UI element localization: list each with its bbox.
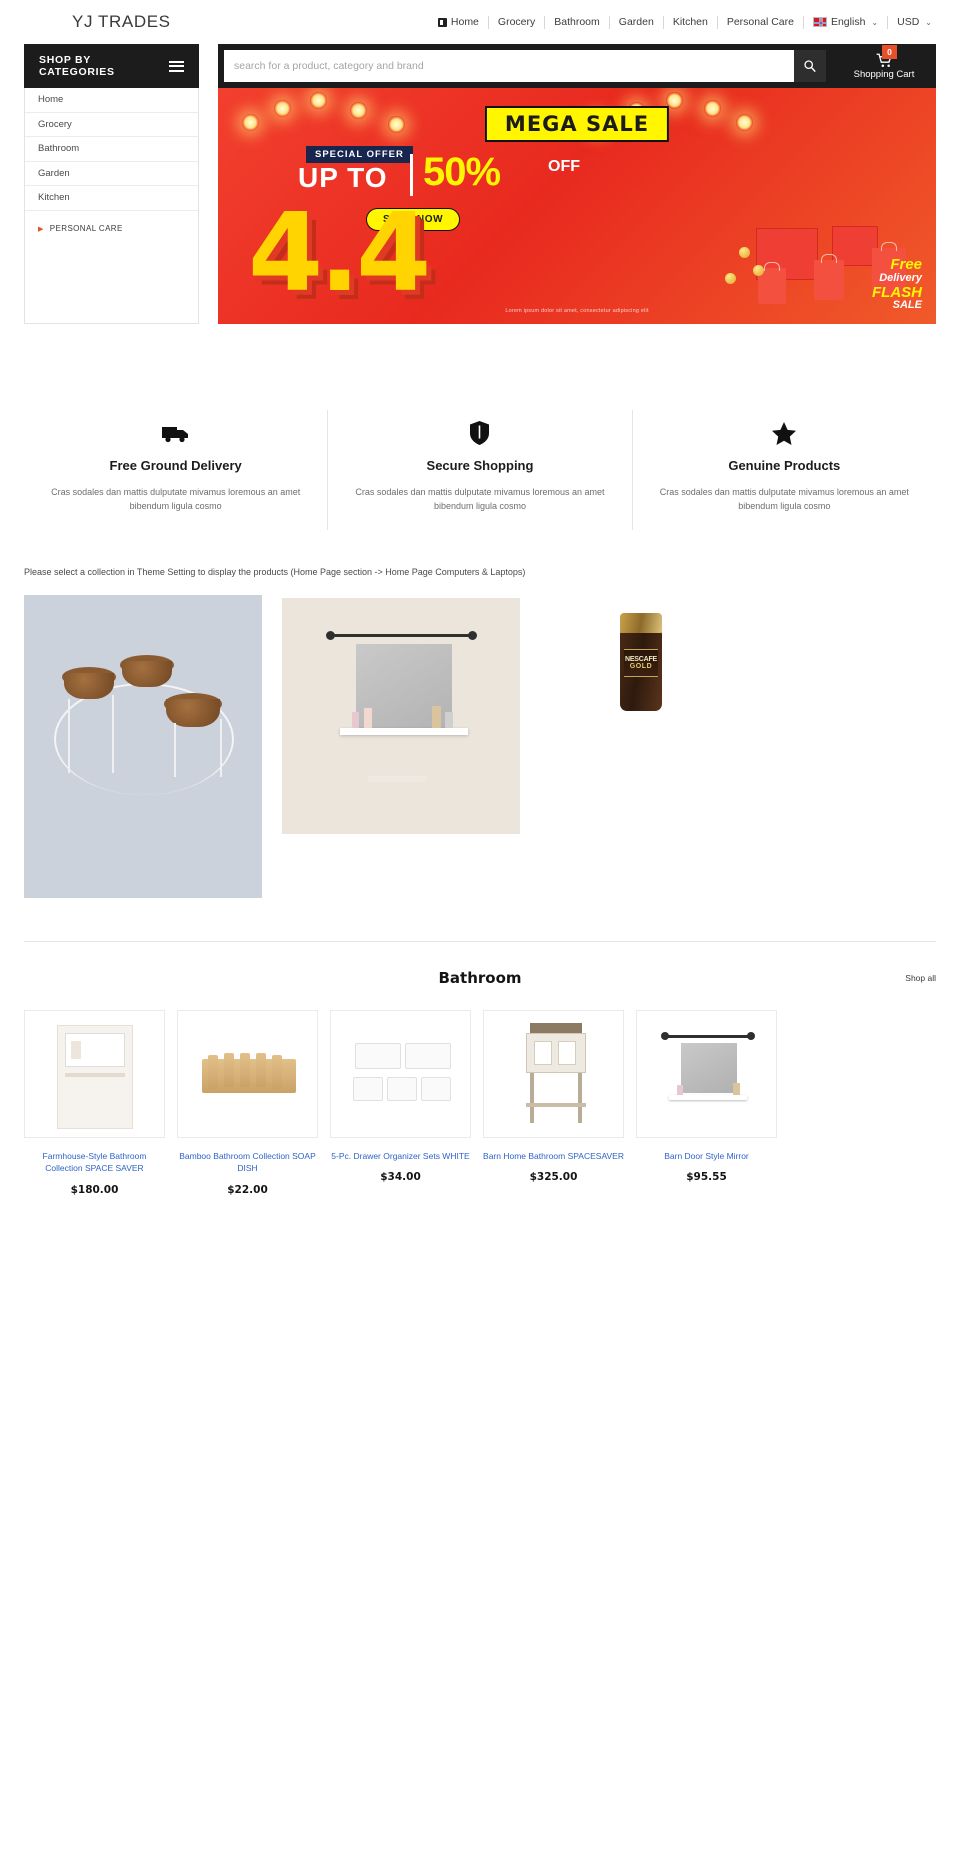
cart-count-badge: 0 (882, 45, 897, 59)
product-card[interactable]: Barn Home Bathroom SPACESAVER $325.00 (483, 1009, 624, 1196)
header-row: SHOP BY CATEGORIES 0 Shopping Cart (0, 44, 960, 88)
product-card[interactable]: Bamboo Bathroom Collection SOAP DISH $22… (177, 1009, 318, 1196)
nav-item-grocery[interactable]: Grocery (489, 15, 546, 29)
main-grid: Home Grocery Bathroom Garden Kitchen ▶ P… (0, 88, 960, 324)
category-sidebar: Home Grocery Bathroom Garden Kitchen ▶ P… (24, 88, 199, 324)
language-selector[interactable]: English ⌄ (804, 15, 889, 29)
delivery-truck-icon (50, 420, 301, 446)
product-price: $180.00 (70, 1183, 119, 1196)
banner-row: NESCAFE GOLD (0, 594, 960, 898)
hero-off-label: OFF (548, 158, 580, 175)
feature-free-delivery: Free Ground Delivery Cras sodales dan ma… (24, 410, 329, 530)
sidebar-item-garden[interactable]: Garden (25, 162, 198, 186)
product-image[interactable] (636, 1009, 777, 1138)
product-image[interactable] (177, 1009, 318, 1138)
hero-percent: 50% (423, 150, 501, 194)
product-title[interactable]: 5-Pc. Drawer Organizer Sets WHITE (330, 1150, 471, 1162)
cart-label: Shopping Cart (853, 68, 915, 80)
feature-secure-shopping: Secure Shopping Cras sodales dan mattis … (328, 410, 633, 530)
search-button[interactable] (794, 50, 826, 82)
hero-up-to: UP TO (298, 162, 388, 193)
product-title[interactable]: Barn Door Style Mirror (636, 1150, 777, 1162)
shopping-cart-button[interactable]: 0 Shopping Cart (832, 44, 936, 88)
product-image[interactable] (24, 1009, 165, 1138)
feature-title: Genuine Products (728, 458, 841, 473)
jar-label: NESCAFE GOLD (624, 648, 658, 677)
shop-all-link[interactable]: Shop all (905, 973, 936, 983)
home-icon (437, 17, 447, 27)
nav-label: Home (450, 15, 479, 28)
uk-flag-icon (812, 17, 827, 27)
nav-item-personal-care[interactable]: Personal Care (718, 15, 804, 29)
star-icon (659, 420, 910, 446)
feature-text: Cras sodales dan mattis dulputate mivamu… (51, 487, 301, 511)
sidebar-item-grocery[interactable]: Grocery (25, 113, 198, 137)
product-title[interactable]: Barn Home Bathroom SPACESAVER (483, 1150, 624, 1162)
banner-coffee-jar[interactable]: NESCAFE GOLD (540, 604, 778, 765)
search-icon (804, 60, 816, 73)
storefront-page: YJ TRADES Home Grocery Bathroom Garden K… (0, 0, 960, 1196)
product-price: $34.00 (380, 1171, 421, 1184)
search-input[interactable] (224, 50, 794, 82)
caret-right-icon: ▶ (38, 225, 44, 233)
hero-terms-text: Lorem ipsum dolor sit amet, consectetur … (505, 308, 649, 314)
sidebar-item-home[interactable]: Home (25, 88, 198, 113)
nav-item-home[interactable]: Home (429, 15, 489, 29)
currency-label: USD (897, 15, 920, 28)
collection-notice: Please select a collection in Theme Sett… (24, 566, 526, 577)
chevron-down-icon: ⌄ (925, 17, 932, 27)
search-bar (218, 44, 832, 88)
language-label: English (830, 15, 866, 28)
free-delivery-badge: Free Delivery FLASH SALE (872, 256, 922, 312)
sidebar-item-label: PERSONAL CARE (49, 224, 123, 234)
product-card[interactable]: 5-Pc. Drawer Organizer Sets WHITE $34.00 (330, 1009, 471, 1196)
hamburger-icon[interactable] (169, 60, 184, 72)
feature-text: Cras sodales dan mattis dulputate mivamu… (355, 487, 605, 511)
product-price: $95.55 (686, 1171, 727, 1184)
shield-icon (354, 420, 605, 446)
shop-by-categories-label: SHOP BY CATEGORIES (39, 54, 115, 78)
banner-mirror-shelf[interactable] (282, 597, 520, 834)
product-card[interactable]: Farmhouse-Style Bathroom Collection SPAC… (24, 1009, 165, 1196)
feature-highlights: Free Ground Delivery Cras sodales dan ma… (0, 410, 960, 530)
hero-promo-banner[interactable]: MEGA SALE SPECIAL OFFER UP TO 50% OFF SH… (218, 88, 936, 324)
nav-item-kitchen[interactable]: Kitchen (664, 15, 718, 29)
hero-special-offer: SPECIAL OFFER (306, 146, 413, 163)
nav-item-garden[interactable]: Garden (610, 15, 664, 29)
top-navigation: Home Grocery Bathroom Garden Kitchen Per… (429, 15, 932, 29)
section-header: Bathroom Shop all (0, 969, 960, 987)
shopping-bag (814, 260, 844, 300)
product-price: $22.00 (227, 1183, 268, 1196)
feature-title: Secure Shopping (426, 458, 534, 473)
sidebar-item-kitchen[interactable]: Kitchen (25, 186, 198, 211)
hero-divider (410, 154, 413, 196)
product-title[interactable]: Farmhouse-Style Bathroom Collection SPAC… (24, 1150, 165, 1175)
sidebar-item-personal-care[interactable]: ▶ PERSONAL CARE (25, 217, 198, 242)
product-image[interactable] (483, 1009, 624, 1138)
banner-plant-stand[interactable] (24, 594, 262, 898)
chevron-down-icon: ⌄ (871, 17, 879, 27)
nav-item-bathroom[interactable]: Bathroom (545, 15, 610, 29)
shop-by-categories-button[interactable]: SHOP BY CATEGORIES (24, 44, 199, 88)
section-title: Bathroom (438, 968, 522, 987)
hero-title: MEGA SALE (484, 106, 670, 142)
section-divider (24, 940, 936, 942)
product-image[interactable] (330, 1009, 471, 1138)
feature-title: Free Ground Delivery (109, 458, 242, 473)
product-card[interactable]: Barn Door Style Mirror $95.55 (636, 1009, 777, 1196)
top-bar: YJ TRADES Home Grocery Bathroom Garden K… (0, 0, 960, 44)
product-price: $325.00 (529, 1171, 578, 1184)
site-logo[interactable]: YJ TRADES (72, 12, 171, 32)
feature-genuine-products: Genuine Products Cras sodales dan mattis… (633, 410, 936, 530)
sidebar-item-bathroom[interactable]: Bathroom (25, 137, 198, 162)
product-grid: Farmhouse-Style Bathroom Collection SPAC… (0, 1009, 960, 1196)
jar-lid (620, 612, 662, 633)
feature-text: Cras sodales dan mattis dulputate mivamu… (659, 487, 909, 511)
hero-big-number: 4.4 (248, 191, 431, 316)
currency-selector[interactable]: USD ⌄ (888, 16, 932, 29)
product-title[interactable]: Bamboo Bathroom Collection SOAP DISH (177, 1150, 318, 1175)
